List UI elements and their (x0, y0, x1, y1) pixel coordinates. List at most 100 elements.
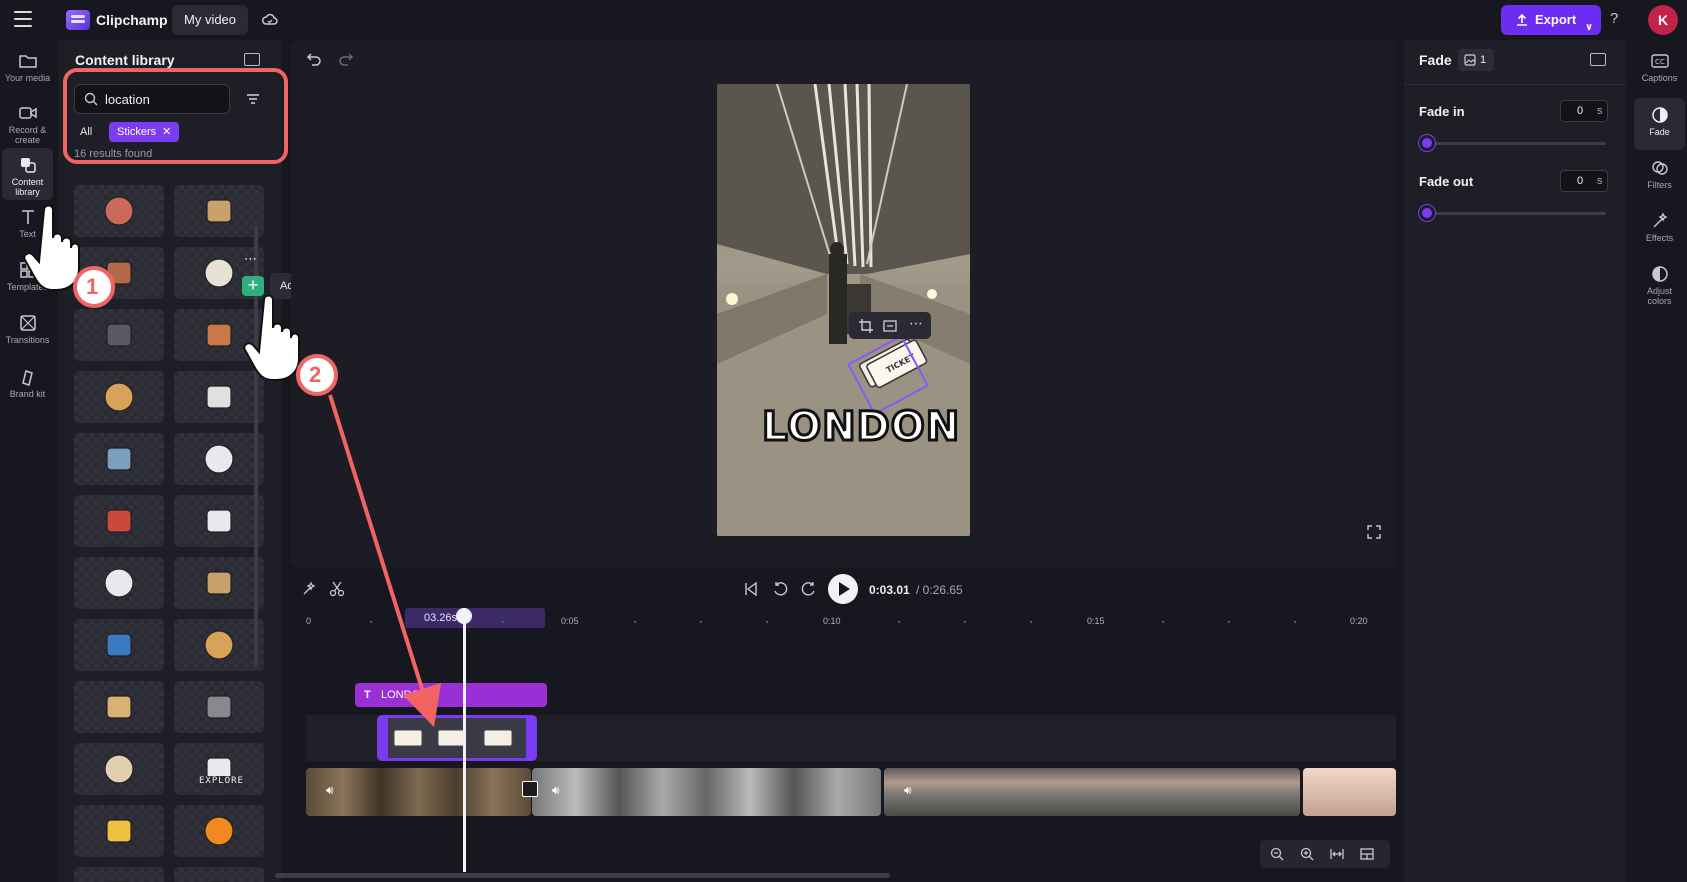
video-clip-3[interactable] (884, 768, 1300, 816)
project-name-button[interactable]: My video (172, 5, 249, 35)
suitcase-sticker[interactable] (174, 557, 264, 609)
redo-icon[interactable] (338, 52, 354, 66)
menu-icon[interactable] (14, 11, 32, 27)
rail-item-fade[interactable]: Fade (1634, 98, 1685, 150)
transition-icon[interactable] (522, 781, 538, 797)
ticket-thumbnails (380, 718, 534, 758)
forward-5-icon[interactable] (801, 581, 817, 597)
rail-label: Brand kit (9, 389, 46, 399)
timeline-scrollbar[interactable] (275, 873, 890, 878)
playhead[interactable] (456, 608, 472, 872)
templates-icon (19, 262, 36, 278)
cloud-sync-icon[interactable] (261, 11, 279, 29)
rail-item-filters[interactable]: Filters (1634, 151, 1685, 203)
video-clip-2[interactable] (532, 768, 881, 816)
plane-outline-sticker-image (206, 695, 232, 719)
split-scissors-icon[interactable] (329, 581, 345, 597)
content-library-icon (20, 158, 36, 173)
video-clip-4[interactable] (1303, 768, 1396, 816)
train-sticker[interactable] (74, 495, 164, 547)
skip-back-icon[interactable] (744, 582, 758, 596)
video-clip-1[interactable] (306, 768, 531, 816)
orange-suitcase-sticker[interactable] (174, 805, 264, 857)
rewind-5-icon[interactable] (772, 581, 788, 597)
suitcase-sticker[interactable] (174, 185, 264, 237)
fit-icon[interactable] (883, 319, 897, 333)
video-preview[interactable]: TICKET LONDON ⋯ (717, 84, 970, 536)
collapse-panel-icon[interactable] (1590, 53, 1606, 66)
volume-icon[interactable]: 🔊︎ (326, 783, 334, 798)
handbag-sticker[interactable] (174, 309, 264, 361)
zoom-in-icon[interactable] (1300, 847, 1314, 861)
rail-item-captions[interactable]: CC Captions (1634, 44, 1685, 96)
text-icon (21, 210, 34, 224)
taxi-sticker[interactable] (74, 805, 164, 857)
rail-item-content-library[interactable]: Content library (2, 148, 53, 200)
zoom-out-icon[interactable] (1270, 847, 1284, 861)
fade-out-slider-track[interactable] (1426, 212, 1606, 215)
add-to-timeline-button[interactable]: + (242, 276, 264, 296)
avatar[interactable]: K (1648, 5, 1678, 35)
more-options-icon[interactable]: ⋯ (244, 251, 258, 267)
props-title: Fade (1419, 52, 1452, 68)
fade-in-slider-track[interactable] (1426, 142, 1606, 145)
eiffel-tower-sticker[interactable] (74, 309, 164, 361)
fade-in-slider-thumb[interactable] (1419, 135, 1435, 151)
explore-sticker[interactable]: EXPLORE (174, 743, 264, 795)
rail-item-record-create[interactable]: Record & create (2, 96, 53, 148)
undo-icon[interactable] (306, 52, 322, 66)
fade-in-input[interactable]: 0s (1560, 100, 1608, 122)
clip-floating-toolbar: ⋯ (849, 312, 931, 339)
search-highlight-box (63, 68, 288, 164)
cruise-ship-sticker[interactable] (174, 495, 264, 547)
magic-icon[interactable] (301, 581, 317, 597)
zoom-toolbar (1260, 840, 1390, 868)
export-button[interactable]: Export ∨ (1501, 5, 1601, 35)
rail-item-text[interactable]: Text (2, 200, 53, 252)
rail-item-brand-kit[interactable]: Brand kit (2, 360, 53, 412)
folder-icon (18, 55, 37, 68)
ship-sticker[interactable] (174, 433, 264, 485)
collapse-panel-icon[interactable] (244, 53, 260, 66)
jet-sticker[interactable] (74, 557, 164, 609)
crop-icon[interactable] (859, 319, 873, 333)
fullscreen-icon[interactable] (1367, 525, 1381, 539)
hot-air-balloon-sticker-image (104, 382, 134, 412)
map-sticker[interactable] (74, 743, 164, 795)
pisa-tower-sticker[interactable] (74, 681, 164, 733)
volume-icon[interactable]: 🔊︎ (552, 783, 560, 798)
fade-out-slider-thumb[interactable] (1419, 205, 1435, 221)
upload-icon (1517, 13, 1527, 26)
rail-label: Transitions (5, 335, 50, 345)
rail-item-effects[interactable]: Effects (1634, 204, 1685, 256)
big-ben-sticker[interactable] (174, 619, 264, 671)
text-clip-london[interactable]: T LONDON (355, 683, 547, 707)
rail-item-your-media[interactable]: Your media (2, 44, 53, 96)
rail-label: Your media (4, 73, 51, 83)
plane-outline-sticker[interactable] (174, 681, 264, 733)
fade-out-input[interactable]: 0s (1560, 170, 1608, 192)
brand-kit-icon (21, 370, 33, 386)
sticker-clip-tickets[interactable] (377, 715, 537, 761)
airplane-sticker[interactable] (174, 371, 264, 423)
london-text-overlay[interactable]: LONDON (760, 403, 960, 452)
rail-item-transitions[interactable]: Transitions (2, 306, 53, 358)
volume-icon[interactable]: 🔊︎ (904, 783, 912, 798)
balloon-sticker-image (108, 881, 130, 882)
hot-air-balloon-sticker[interactable] (74, 371, 164, 423)
rail-item-adjust-colors[interactable]: Adjust colors (1634, 257, 1685, 309)
luggage-sticker[interactable] (74, 433, 164, 485)
fade-out-value: 0 (1577, 175, 1584, 187)
help-icon[interactable]: ? (1610, 10, 1618, 27)
divider (1404, 84, 1626, 85)
layout-icon[interactable] (1360, 847, 1374, 861)
orange-suitcase-sticker-image (204, 816, 234, 846)
misc-sticker[interactable] (174, 867, 264, 882)
fit-timeline-icon[interactable] (1330, 847, 1344, 861)
globe-sticker[interactable] (74, 619, 164, 671)
rail-item-templates[interactable]: Templates (2, 253, 53, 305)
balloon-sticker[interactable] (74, 867, 164, 882)
people-sticker[interactable] (74, 185, 164, 237)
train-sticker-image (106, 509, 132, 533)
more-options-icon[interactable]: ⋯ (909, 315, 923, 332)
